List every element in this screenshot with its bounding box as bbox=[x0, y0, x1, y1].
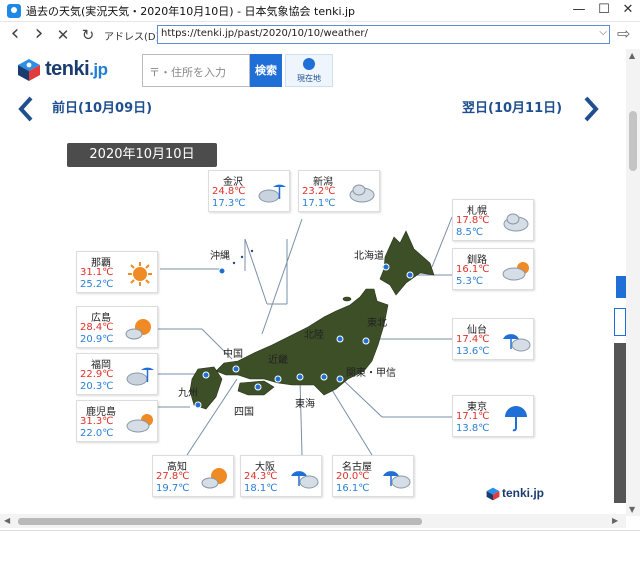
region-label-tokai[interactable]: 東海 bbox=[295, 395, 315, 410]
city-card-hiroshima[interactable]: 広島 28.4℃ 20.9℃ bbox=[76, 306, 158, 348]
maximize-button[interactable]: ☐ bbox=[592, 0, 616, 22]
url-dropdown-icon[interactable]: ⌵ bbox=[599, 27, 607, 38]
address-toolbar: ‹ › ✕ ↻ アドレス(D) https://tenki.jp/past/20… bbox=[0, 22, 640, 48]
scroll-left-icon[interactable]: ◀ bbox=[4, 516, 10, 525]
window-titlebar: 過去の天気(実況天気・2020年10月10日) - 日本気象協会 tenki.j… bbox=[0, 0, 640, 22]
scroll-up-icon[interactable]: ▲ bbox=[629, 51, 635, 60]
low-temp: 17.1℃ bbox=[302, 198, 336, 209]
city-card-nagoya[interactable]: 名古屋 20.0℃ 16.1℃ bbox=[332, 455, 414, 497]
url-text: https://tenki.jp/past/2020/10/10/weather… bbox=[161, 28, 368, 39]
high-temp: 20.0℃ bbox=[336, 471, 370, 482]
low-temp: 22.0℃ bbox=[80, 428, 114, 439]
vertical-scrollbar[interactable]: ▲ ▼ bbox=[626, 49, 640, 516]
region-label-okinawa[interactable]: 沖縄 bbox=[210, 247, 230, 262]
sunny-cloudy-icon bbox=[201, 468, 227, 489]
high-temp: 27.8℃ bbox=[156, 471, 190, 482]
city-card-kochi[interactable]: 高知 27.8℃ 19.7℃ bbox=[152, 455, 234, 497]
page-viewport: tenki.jp 〒・住所を入力 検索 現在地 前日(10月09日) 翌日(10… bbox=[2, 49, 626, 514]
scroll-right-icon[interactable]: ▶ bbox=[612, 516, 618, 525]
high-temp: 16.1℃ bbox=[456, 264, 490, 275]
city-card-osaka[interactable]: 大阪 24.3℃ 18.1℃ bbox=[240, 455, 322, 497]
high-temp: 31.1℃ bbox=[80, 267, 114, 278]
region-label-chugoku[interactable]: 中国 bbox=[223, 345, 243, 360]
region-label-tohoku[interactable]: 東北 bbox=[367, 314, 387, 329]
cloudy-rain-icon bbox=[126, 367, 154, 386]
sunny-cloudy-icon bbox=[125, 319, 151, 340]
low-temp: 25.2℃ bbox=[80, 279, 114, 290]
cloudy-icon bbox=[503, 213, 529, 232]
url-input[interactable]: https://tenki.jp/past/2020/10/10/weather… bbox=[157, 25, 610, 44]
low-temp: 5.3℃ bbox=[456, 276, 484, 287]
close-button[interactable]: ✕ bbox=[616, 0, 640, 22]
vertical-scroll-thumb[interactable] bbox=[629, 111, 637, 171]
city-card-naha[interactable]: 那覇 31.1℃ 25.2℃ bbox=[76, 251, 158, 293]
refresh-button[interactable]: ↻ bbox=[79, 26, 97, 44]
high-temp: 24.8℃ bbox=[212, 186, 246, 197]
tenki-mark-icon bbox=[486, 487, 500, 501]
region-label-kyushu[interactable]: 九州 bbox=[178, 384, 198, 399]
rain-cloudy-icon bbox=[291, 471, 319, 489]
city-card-fukuoka[interactable]: 福岡 22.9℃ 20.3℃ bbox=[76, 353, 158, 395]
high-temp: 24.3℃ bbox=[244, 471, 278, 482]
city-card-niigata[interactable]: 新潟 23.2℃ 17.1℃ bbox=[298, 170, 380, 212]
high-temp: 31.3℃ bbox=[80, 416, 114, 427]
high-temp: 22.9℃ bbox=[80, 369, 114, 380]
horizontal-scroll-thumb[interactable] bbox=[18, 518, 422, 525]
city-card-kagoshima[interactable]: 鹿児島 31.3℃ 22.0℃ bbox=[76, 400, 158, 442]
rain-cloudy-icon bbox=[383, 471, 411, 489]
high-temp: 17.1℃ bbox=[456, 411, 490, 422]
low-temp: 13.8℃ bbox=[456, 423, 490, 434]
window-title: 過去の天気(実況天気・2020年10月10日) - 日本気象協会 tenki.j… bbox=[26, 5, 356, 18]
scroll-down-icon[interactable]: ▼ bbox=[629, 505, 635, 514]
region-label-kanto-koshin[interactable]: 関東・甲信 bbox=[346, 364, 396, 379]
city-card-kushiro[interactable]: 釧路 16.1℃ 5.3℃ bbox=[452, 248, 534, 290]
back-button[interactable]: ‹ bbox=[6, 23, 24, 45]
low-temp: 17.3℃ bbox=[212, 198, 246, 209]
high-temp: 28.4℃ bbox=[80, 322, 114, 333]
address-label: アドレス(D) bbox=[104, 32, 160, 43]
city-card-sendai[interactable]: 仙台 17.4℃ 13.6℃ bbox=[452, 318, 534, 360]
side-panel-tab[interactable] bbox=[616, 276, 626, 298]
low-temp: 16.1℃ bbox=[336, 483, 370, 494]
side-panel-image bbox=[614, 343, 626, 503]
stop-button[interactable]: ✕ bbox=[54, 26, 72, 44]
cloudy-icon bbox=[349, 184, 375, 203]
horizontal-scrollbar[interactable]: ◀ ▶ bbox=[0, 514, 626, 528]
cloudy-sunny-icon bbox=[126, 414, 153, 433]
rain-cloudy-icon bbox=[503, 334, 531, 352]
status-bar bbox=[0, 530, 640, 570]
brand-suffix: .jp bbox=[530, 486, 545, 500]
cloudy-sunny-icon bbox=[502, 262, 529, 281]
high-temp: 17.8℃ bbox=[456, 215, 490, 226]
forward-button[interactable]: › bbox=[30, 23, 48, 45]
low-temp: 8.5℃ bbox=[456, 227, 484, 238]
cloudy-rain-icon bbox=[258, 184, 286, 203]
low-temp: 18.1℃ bbox=[244, 483, 278, 494]
region-label-kinki[interactable]: 近畿 bbox=[268, 351, 288, 366]
city-card-tokyo[interactable]: 東京 17.1℃ 13.8℃ bbox=[452, 395, 534, 437]
region-label-shikoku[interactable]: 四国 bbox=[234, 403, 254, 418]
low-temp: 13.6℃ bbox=[456, 346, 490, 357]
high-temp: 23.2℃ bbox=[302, 186, 336, 197]
app-icon bbox=[7, 4, 21, 18]
minimize-button[interactable]: — bbox=[567, 0, 591, 22]
sunny-icon bbox=[128, 262, 152, 286]
side-panel-box[interactable] bbox=[614, 308, 626, 336]
high-temp: 17.4℃ bbox=[456, 334, 490, 345]
map-date-badge: 2020年10月10日 bbox=[67, 143, 217, 167]
go-arrow-icon[interactable]: ⇨ bbox=[617, 24, 630, 43]
city-card-kanazawa[interactable]: 金沢 24.8℃ 17.3℃ bbox=[208, 170, 290, 212]
brand-mark-text: tenki.jp bbox=[502, 486, 544, 500]
region-label-hokuriku[interactable]: 北陸 bbox=[304, 326, 324, 341]
region-label-hokkaido[interactable]: 北海道 bbox=[354, 247, 384, 262]
low-temp: 20.3℃ bbox=[80, 381, 114, 392]
rain-icon bbox=[505, 406, 527, 432]
brand-main: tenki bbox=[502, 486, 531, 500]
low-temp: 20.9℃ bbox=[80, 334, 114, 345]
city-card-sapporo[interactable]: 札幌 17.8℃ 8.5℃ bbox=[452, 199, 534, 241]
low-temp: 19.7℃ bbox=[156, 483, 190, 494]
